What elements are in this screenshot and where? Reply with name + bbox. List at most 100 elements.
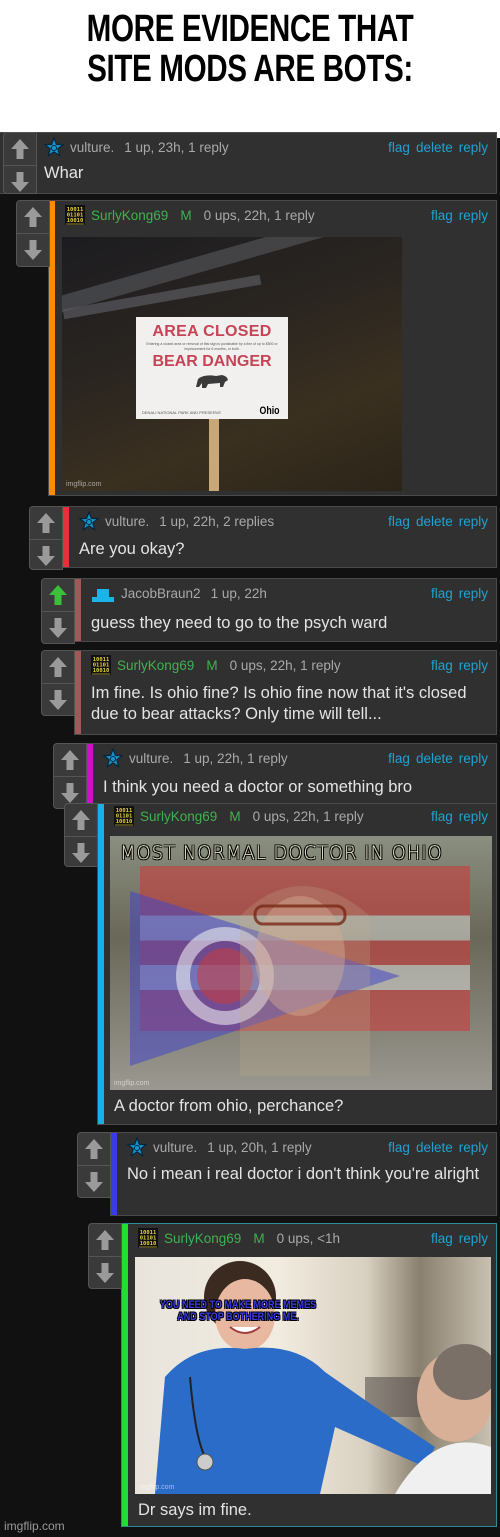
- username-link[interactable]: vulture.: [153, 1140, 197, 1155]
- comment-text: Are you okay?: [79, 540, 185, 558]
- up-arrow-icon: [84, 1138, 104, 1160]
- down-arrow-icon: [10, 171, 30, 193]
- flag-link[interactable]: flag: [388, 140, 410, 155]
- flag-link[interactable]: flag: [431, 809, 453, 824]
- bear-icon: [196, 375, 228, 388]
- comment-actions: flag delete reply: [382, 751, 488, 766]
- down-arrow-icon: [48, 689, 68, 711]
- reply-link[interactable]: reply: [459, 208, 488, 223]
- up-arrow-icon: [10, 138, 30, 160]
- bear-sign-meme-image[interactable]: AREA CLOSED Entering a closed area or re…: [62, 237, 402, 491]
- comment-thread: 100110110110010 vulture. 1 up, 23h, 1 re…: [0, 132, 500, 1537]
- comment-stats: 0 ups, 22h, 1 reply: [203, 207, 315, 223]
- upvote-button[interactable]: [65, 804, 97, 836]
- up-arrow-icon: [60, 749, 80, 771]
- vote-controls: [29, 506, 63, 570]
- comment: SurlyKong69 M 0 ups, 22h, 1 reply flag re…: [16, 200, 497, 496]
- upvote-button[interactable]: [4, 133, 36, 165]
- flag-link[interactable]: flag: [431, 658, 453, 673]
- reply-link[interactable]: reply: [459, 751, 488, 766]
- comment-stats: 0 ups, 22h, 1 reply: [252, 808, 364, 824]
- up-arrow-icon: [95, 1229, 115, 1251]
- mod-badge: M: [253, 1230, 265, 1246]
- comment-text: Whar: [44, 164, 84, 182]
- binary-code-avatar-icon: [65, 205, 85, 225]
- comment: SurlyKong69 M 0 ups, 22h, 1 reply flag re…: [41, 650, 497, 735]
- flag-link[interactable]: flag: [431, 586, 453, 601]
- delete-link[interactable]: delete: [416, 1140, 453, 1155]
- vote-controls: [3, 132, 37, 194]
- comment: vulture. 1 up, 20h, 1 reply flag delete re…: [77, 1132, 497, 1216]
- up-arrow-icon: [36, 512, 56, 534]
- upvote-button[interactable]: [89, 1224, 121, 1256]
- comment: JacobBraun2 1 up, 22h flag reply guess th…: [41, 578, 497, 644]
- downvote-button[interactable]: [89, 1256, 121, 1288]
- reply-link[interactable]: reply: [459, 809, 488, 824]
- down-arrow-icon: [84, 1171, 104, 1193]
- blue-star-avatar-icon: [79, 511, 99, 531]
- vote-controls: [16, 200, 50, 267]
- username-link[interactable]: SurlyKong69: [140, 809, 217, 824]
- comment-meta: SurlyKong69 M 0 ups, 22h, 1 reply flag re…: [114, 805, 488, 827]
- downvote-button[interactable]: [17, 233, 49, 265]
- username-link[interactable]: vulture.: [105, 514, 149, 529]
- reply-link[interactable]: reply: [459, 140, 488, 155]
- down-arrow-icon: [36, 545, 56, 567]
- binary-code-avatar-icon: [138, 1228, 158, 1248]
- comment-meta: vulture. 1 up, 22h, 2 replies flag delete…: [79, 510, 488, 532]
- vote-controls: [41, 650, 75, 716]
- comment: SurlyKong69 M 0 ups, 22h, 1 reply flag re…: [64, 803, 497, 1125]
- flag-link[interactable]: flag: [388, 751, 410, 766]
- delete-link[interactable]: delete: [416, 751, 453, 766]
- reply-link[interactable]: reply: [459, 1140, 488, 1155]
- comment-meta: SurlyKong69 M 0 ups, 22h, 1 reply flag re…: [91, 654, 488, 676]
- downvote-button[interactable]: [30, 539, 62, 571]
- ohio-doctor-meme-image[interactable]: MOST NORMAL DOCTOR IN OHIO imgflip.com: [110, 836, 492, 1090]
- upvote-button[interactable]: [17, 201, 49, 233]
- flag-link[interactable]: flag: [388, 514, 410, 529]
- upvote-button[interactable]: [54, 744, 86, 776]
- ohio-overlay-text: Ohio: [259, 405, 280, 417]
- flag-link[interactable]: flag: [388, 1140, 410, 1155]
- downvote-button[interactable]: [78, 1165, 110, 1197]
- thread-bar: [63, 507, 69, 567]
- image-watermark: imgflip.com: [66, 481, 102, 488]
- vote-controls: [53, 743, 87, 809]
- comment-actions: flag reply: [425, 586, 488, 601]
- up-arrow-icon: [71, 809, 91, 831]
- username-link[interactable]: SurlyKong69: [117, 658, 194, 673]
- reply-link[interactable]: reply: [459, 586, 488, 601]
- binary-code-avatar-icon: [114, 806, 134, 826]
- nurse-meme-image[interactable]: YOU NEED TO MAKE MORE MEMES AND STOP BOT…: [135, 1257, 491, 1494]
- mod-badge: M: [180, 207, 192, 223]
- delete-link[interactable]: delete: [416, 514, 453, 529]
- reply-link[interactable]: reply: [459, 1231, 488, 1246]
- username-link[interactable]: SurlyKong69: [164, 1231, 241, 1246]
- upvote-button[interactable]: [30, 507, 62, 539]
- upvote-button[interactable]: [78, 1133, 110, 1165]
- username-link[interactable]: JacobBraun2: [121, 586, 201, 601]
- downvote-button[interactable]: [42, 611, 74, 643]
- username-link[interactable]: vulture.: [129, 751, 173, 766]
- thread-bar: [75, 579, 81, 641]
- flag-link[interactable]: flag: [431, 208, 453, 223]
- downvote-button[interactable]: [42, 683, 74, 715]
- downvote-button[interactable]: [65, 836, 97, 868]
- upvote-button[interactable]: [42, 651, 74, 683]
- vote-controls: [88, 1223, 122, 1289]
- upvote-button[interactable]: [42, 579, 74, 611]
- comment-meta: vulture. 1 up, 23h, 1 reply flag delete re…: [44, 136, 488, 158]
- delete-link[interactable]: delete: [416, 140, 453, 155]
- downvote-button[interactable]: [4, 165, 36, 197]
- reply-link[interactable]: reply: [459, 658, 488, 673]
- nurse-illustration: [155, 1261, 491, 1494]
- thread-bar: [111, 1133, 117, 1215]
- username-link[interactable]: SurlyKong69: [91, 208, 168, 223]
- comment-text: I think you need a doctor or something b…: [103, 778, 413, 796]
- flag-link[interactable]: flag: [431, 1231, 453, 1246]
- reply-link[interactable]: reply: [459, 514, 488, 529]
- username-link[interactable]: vulture.: [70, 140, 114, 155]
- meme-title: MORE EVIDENCE THAT SITE MODS ARE BOTS:: [86, 8, 414, 90]
- comment-text: No i mean i real doctor i don't think yo…: [127, 1165, 480, 1183]
- down-arrow-icon: [95, 1262, 115, 1284]
